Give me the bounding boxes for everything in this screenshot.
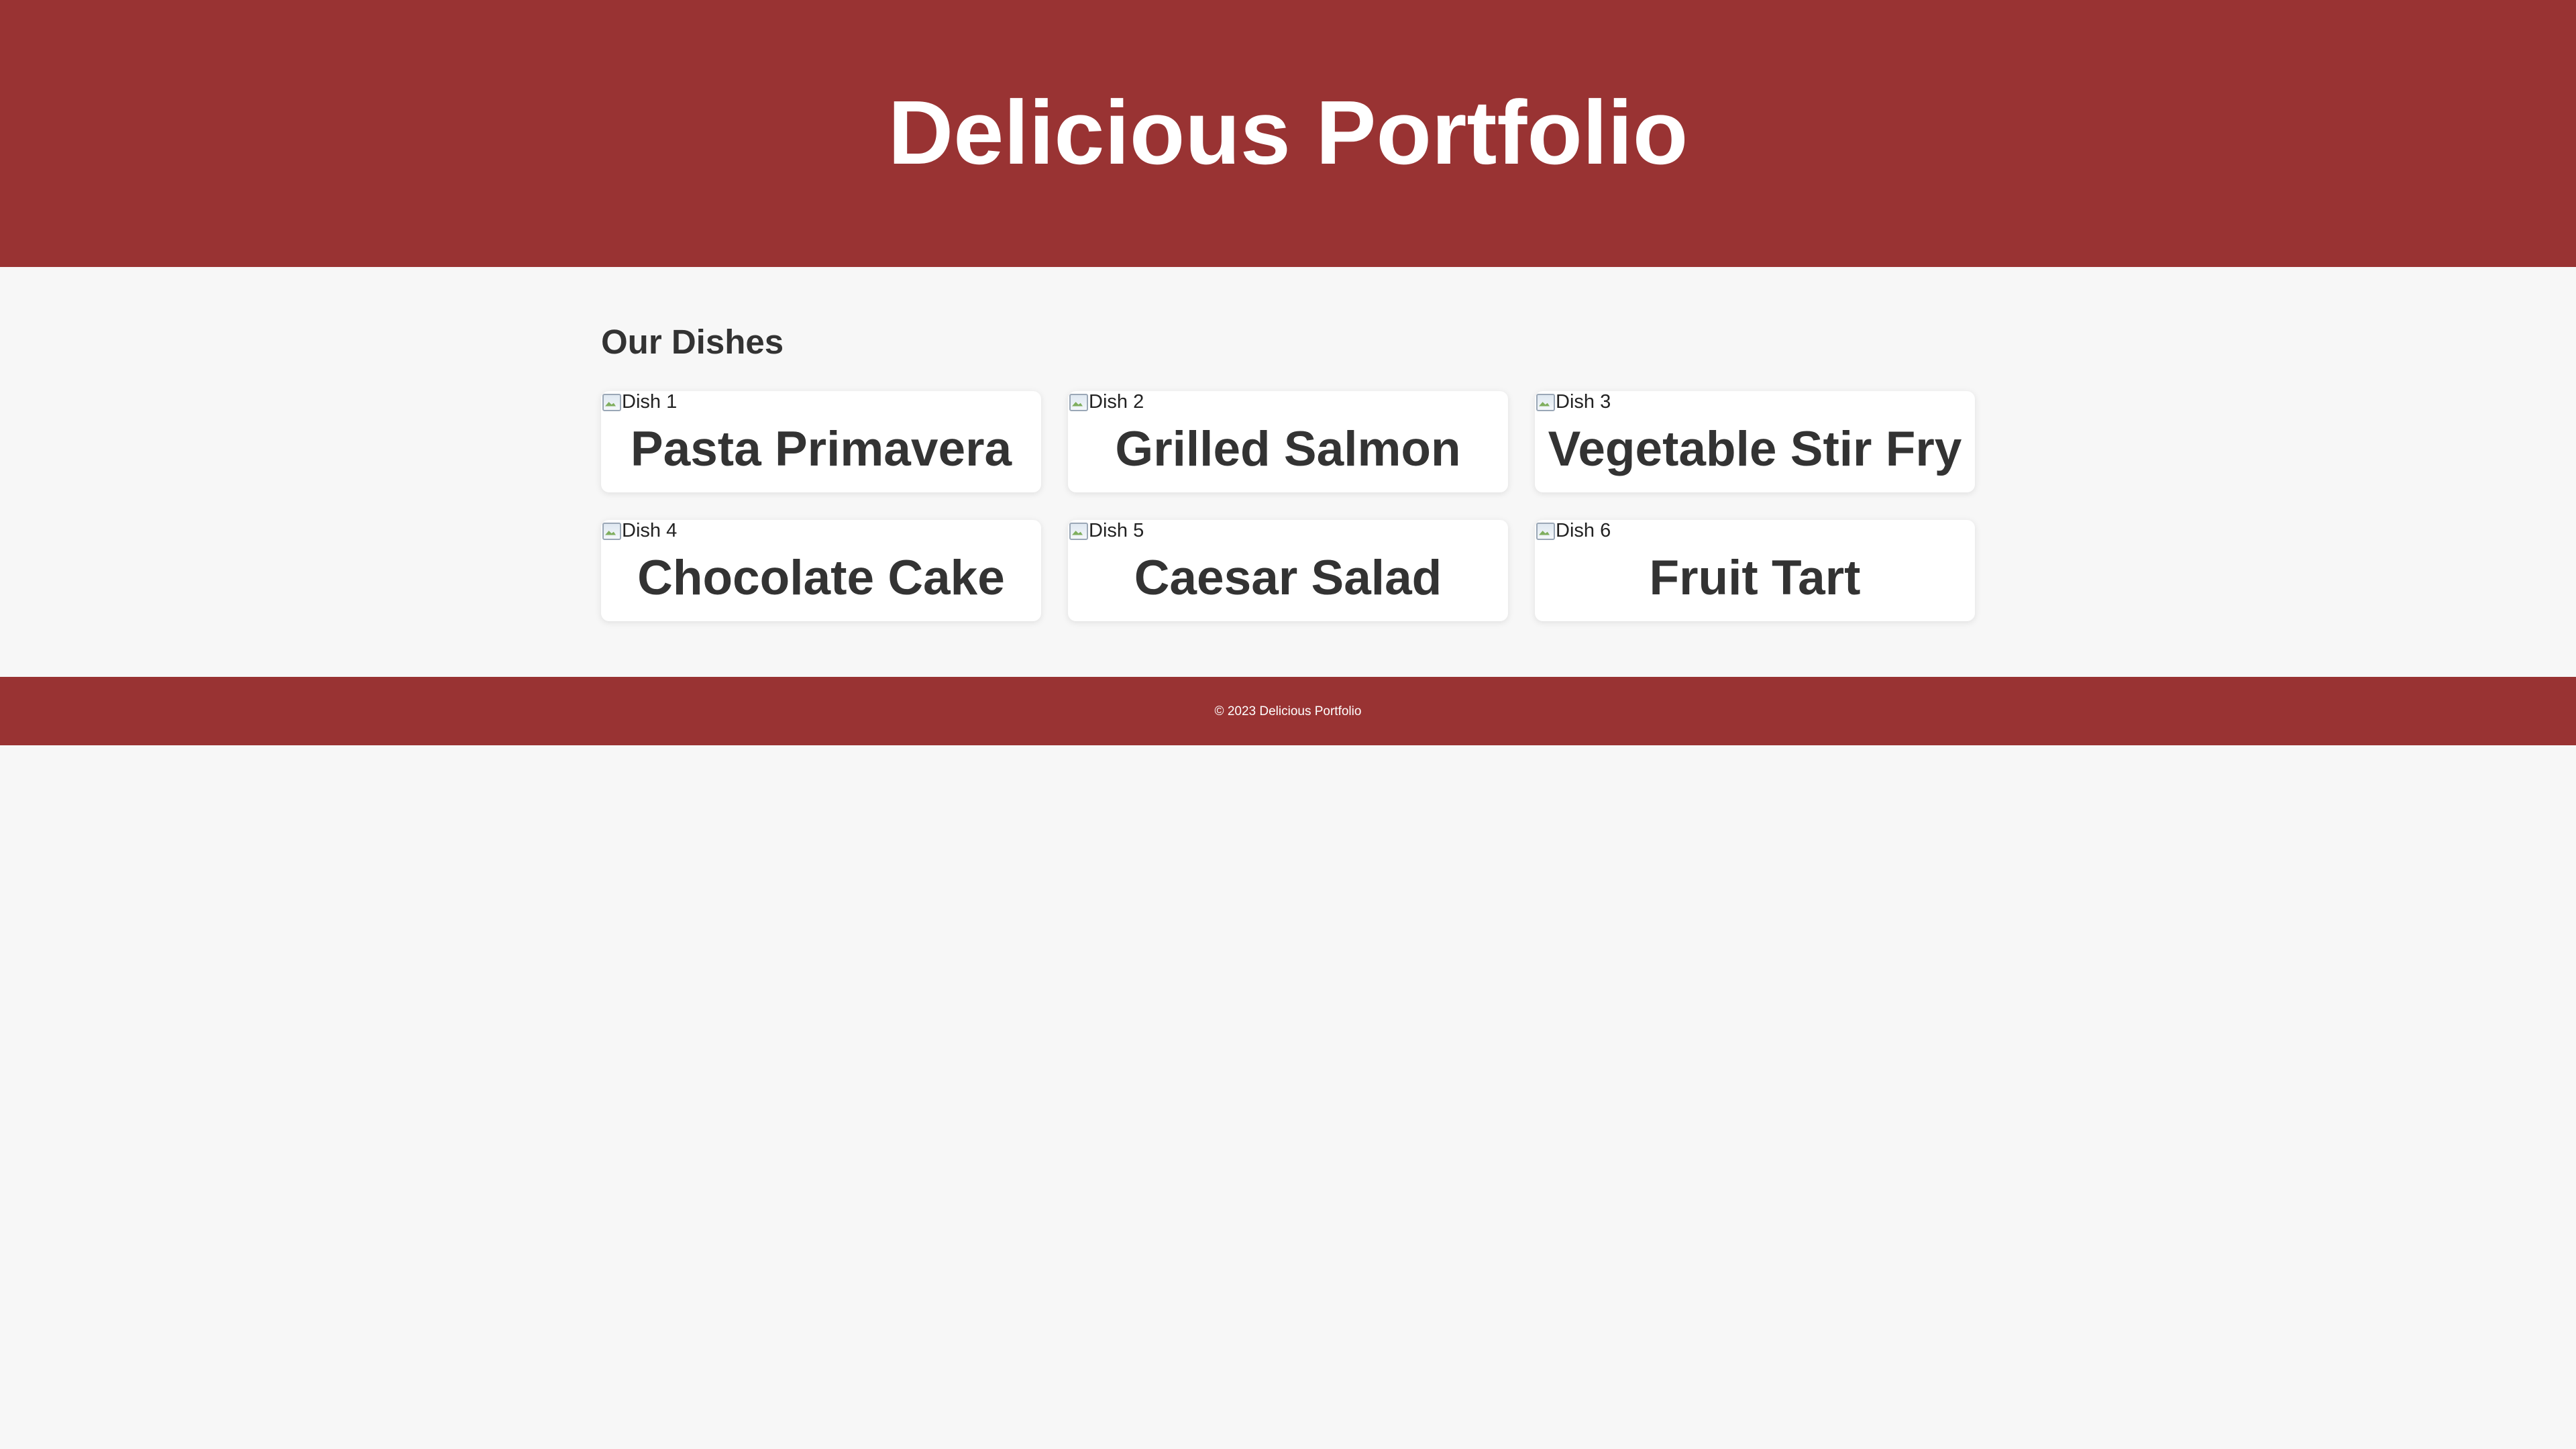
dish-name: Grilled Salmon [1115, 422, 1461, 476]
site-title: Delicious Portfolio [888, 81, 1688, 183]
dish-image-alt: Dish 4 [622, 520, 678, 541]
broken-image-icon [601, 521, 622, 541]
dish-card[interactable]: Dish 3 Vegetable Stir Fry [1535, 391, 1975, 492]
dish-image-alt: Dish 1 [622, 391, 678, 413]
dish-image-alt: Dish 3 [1556, 391, 1611, 413]
broken-image-icon [1068, 392, 1089, 413]
dish-card[interactable]: Dish 1 Pasta Primavera [601, 391, 1041, 492]
dish-image-alt: Dish 6 [1556, 520, 1611, 541]
dish-image: Dish 5 [1068, 520, 1144, 541]
dish-image: Dish 4 [601, 520, 677, 541]
dish-name: Vegetable Stir Fry [1548, 422, 1962, 476]
site-header: Delicious Portfolio [0, 0, 2576, 267]
site-footer: © 2023 Delicious Portfolio [0, 677, 2576, 745]
footer-copyright: © 2023 Delicious Portfolio [1214, 704, 1362, 718]
dish-card[interactable]: Dish 5 Caesar Salad [1068, 520, 1508, 621]
dish-name: Fruit Tart [1649, 551, 1861, 605]
section-heading: Our Dishes [601, 323, 784, 361]
dish-name: Caesar Salad [1134, 551, 1442, 605]
dish-image: Dish 2 [1068, 391, 1144, 413]
dish-card[interactable]: Dish 4 Chocolate Cake [601, 520, 1041, 621]
dish-image-alt: Dish 5 [1089, 520, 1144, 541]
dish-image: Dish 6 [1535, 520, 1611, 541]
dish-card[interactable]: Dish 6 Fruit Tart [1535, 520, 1975, 621]
dish-card[interactable]: Dish 2 Grilled Salmon [1068, 391, 1508, 492]
broken-image-icon [1535, 392, 1556, 413]
dish-name: Pasta Primavera [630, 422, 1012, 476]
dish-name: Chocolate Cake [637, 551, 1005, 605]
dish-image: Dish 1 [601, 391, 677, 413]
dish-grid: Dish 1 Pasta Primavera Dish 2 Grilled Sa… [601, 391, 1975, 621]
dish-image-alt: Dish 2 [1089, 391, 1144, 413]
broken-image-icon [1535, 521, 1556, 541]
dish-image: Dish 3 [1535, 391, 1611, 413]
broken-image-icon [1068, 521, 1089, 541]
main-content: Our Dishes Dish 1 Pasta Primavera Dish 2… [601, 267, 1975, 677]
broken-image-icon [601, 392, 622, 413]
